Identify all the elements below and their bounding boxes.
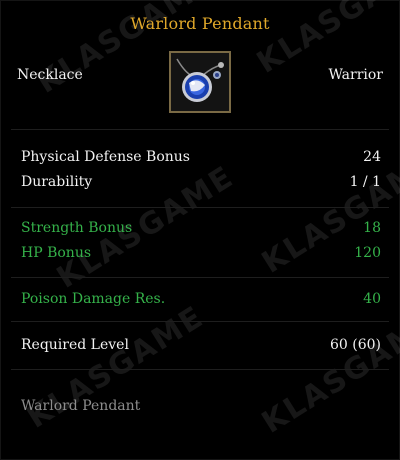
bonus-label: Strength Bonus (21, 220, 133, 236)
resist-row: Poison Damage Res. 40 (21, 291, 381, 311)
item-title: Warlord Pendant (130, 14, 270, 33)
bonus-value: 120 (354, 245, 381, 261)
divider (11, 369, 389, 370)
requirement-value: 60 (60) (329, 337, 381, 353)
watermark: KLASGAME (21, 299, 211, 436)
class-requirement: Warrior (328, 67, 383, 83)
stat-value: 1 / 1 (349, 174, 381, 190)
item-icon-frame (169, 51, 231, 113)
divider (11, 129, 389, 130)
bonus-row: HP Bonus 120 (21, 245, 381, 265)
bonus-label: HP Bonus (21, 245, 92, 261)
stat-label: Durability (21, 174, 93, 190)
stat-row: Durability 1 / 1 (21, 174, 381, 194)
divider (11, 207, 389, 208)
bonus-value: 18 (363, 220, 381, 236)
resist-value: 40 (363, 291, 381, 307)
bonus-row: Strength Bonus 18 (21, 220, 381, 240)
stat-label: Physical Defense Bonus (21, 149, 190, 165)
resist-label: Poison Damage Res. (21, 291, 166, 307)
item-tooltip: KLASGAME KLASGAME KLASGAME KLASGAME KLAS… (0, 0, 400, 460)
requirement-row: Required Level 60 (60) (21, 337, 381, 357)
stat-value: 24 (363, 149, 381, 165)
pendant-item-icon (171, 53, 229, 111)
stat-row: Physical Defense Bonus 24 (21, 149, 381, 169)
watermark: KLASGAME (256, 304, 400, 441)
item-slot: Necklace (17, 67, 83, 83)
requirement-label: Required Level (21, 337, 129, 353)
item-description: Warlord Pendant (21, 398, 141, 414)
divider (11, 321, 389, 322)
divider (11, 277, 389, 278)
